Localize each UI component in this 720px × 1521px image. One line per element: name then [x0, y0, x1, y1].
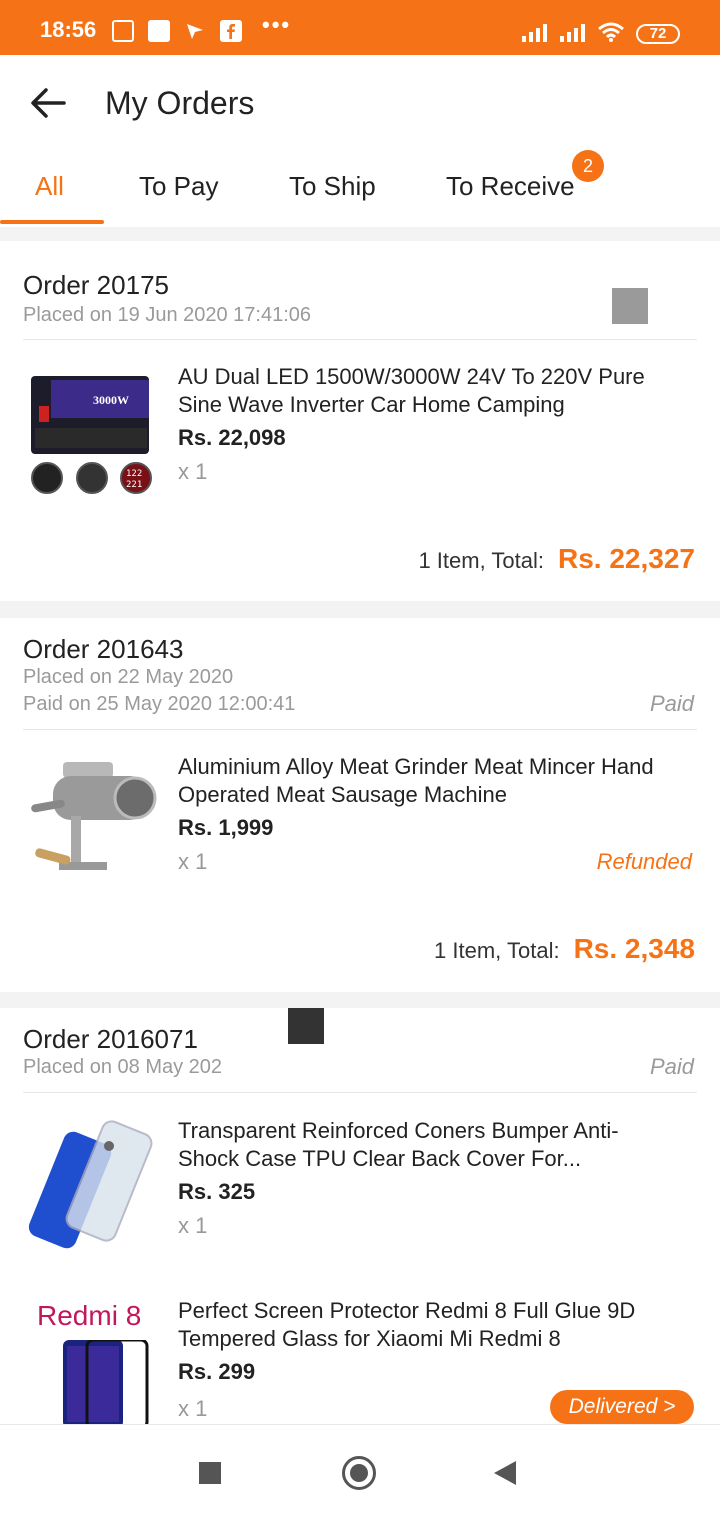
order-number: Order 2016071: [23, 1024, 198, 1054]
signal-icon: [522, 24, 547, 42]
notification-icons: [112, 20, 242, 42]
to-receive-badge: 2: [572, 150, 604, 182]
payment-status: Paid: [649, 1054, 694, 1079]
payment-status: Paid: [649, 691, 694, 716]
tab-all[interactable]: All: [35, 171, 64, 202]
status-bar: 18:56 ••• 72: [0, 0, 720, 55]
product-quantity: x 1: [178, 459, 208, 484]
item-refund-status: Refunded: [596, 849, 692, 874]
system-nav-bar: [0, 1424, 720, 1521]
order-placed-date: Placed on 22 May 2020: [23, 666, 234, 688]
page-title: My Orders: [105, 85, 255, 121]
product-quantity: x 1: [178, 1396, 208, 1421]
total-amount: Rs. 2,348: [573, 933, 695, 964]
product-image[interactable]: 3000W 122 221: [23, 366, 158, 501]
product-price: Rs. 1,999: [178, 815, 274, 840]
order-card-1[interactable]: Order 20175 Placed on 19 Jun 2020 17:41:…: [0, 241, 720, 601]
product-quantity: x 1: [178, 849, 208, 874]
total-amount: Rs. 22,327: [558, 543, 695, 574]
triangle-back-icon[interactable]: [494, 1461, 516, 1485]
app-icon: [148, 20, 170, 42]
divider: [23, 729, 697, 730]
order-tabs: All To Pay To Ship To Receive 2: [0, 150, 720, 225]
product-name[interactable]: Transparent Reinforced Coners Bumper Ant…: [178, 1117, 678, 1173]
order-number: Order 201643: [23, 634, 184, 664]
divider: [23, 339, 697, 340]
facebook-icon: [220, 20, 242, 42]
send-icon: [184, 20, 206, 42]
status-time: 18:56: [40, 17, 97, 42]
wifi-icon: [598, 22, 624, 42]
more-notifications-icon: •••: [262, 12, 292, 37]
product-price: Rs. 299: [178, 1359, 256, 1384]
battery-indicator: 72: [636, 24, 680, 44]
product-image[interactable]: [23, 750, 158, 885]
app-header: My Orders All To Pay To Ship To Receive …: [0, 55, 720, 227]
product-name[interactable]: Aluminium Alloy Meat Grinder Meat Mincer…: [178, 753, 678, 809]
order-placed-date: Placed on 19 Jun 2020 17:41:06: [23, 304, 312, 326]
product-price: Rs. 22,098: [178, 425, 286, 450]
svg-text:122: 122: [126, 469, 142, 479]
tab-to-ship[interactable]: To Ship: [289, 171, 376, 202]
product-name[interactable]: AU Dual LED 1500W/3000W 24V To 220V Pure…: [178, 363, 678, 419]
product-quantity: x 1: [178, 1213, 208, 1238]
product-name[interactable]: Perfect Screen Protector Redmi 8 Full Gl…: [178, 1297, 678, 1353]
order-total: 1 Item, Total: Rs. 2,348: [434, 933, 695, 965]
order-placed-date: Placed on 08 May 202: [23, 1056, 223, 1078]
product-image[interactable]: Redmi 8: [23, 1296, 158, 1431]
home-circle-icon[interactable]: [342, 1456, 376, 1490]
tab-to-receive[interactable]: To Receive: [446, 171, 575, 202]
order-card-2[interactable]: Order 201643 Placed on 22 May 2020 Paid …: [0, 618, 720, 992]
delivered-button[interactable]: Delivered >: [550, 1390, 694, 1424]
order-number: Order 20175: [23, 270, 169, 300]
divider: [23, 1092, 697, 1093]
redacted-block: [612, 288, 648, 324]
tab-to-pay[interactable]: To Pay: [139, 171, 219, 202]
total-label: 1 Item, Total:: [434, 938, 560, 963]
total-label: 1 Item, Total:: [418, 548, 544, 573]
order-card-3[interactable]: Order 2016071 Placed on 08 May 202 Paid …: [0, 1008, 720, 1430]
back-arrow-icon[interactable]: [28, 87, 68, 119]
active-tab-indicator: [0, 220, 104, 224]
news-icon: [112, 20, 134, 42]
order-paid-date: Paid on 25 May 2020 12:00:41: [23, 693, 296, 715]
order-total: 1 Item, Total: Rs. 22,327: [418, 543, 695, 575]
product-price: Rs. 325: [178, 1179, 256, 1204]
svg-text:3000W: 3000W: [93, 393, 129, 407]
svg-text:221: 221: [126, 480, 142, 490]
product-image-brand-text: Redmi 8: [37, 1300, 142, 1331]
product-image[interactable]: [23, 1116, 158, 1251]
redacted-block: [288, 1008, 324, 1044]
signal-icon-2: [560, 24, 585, 42]
square-nav-icon[interactable]: [199, 1462, 221, 1484]
